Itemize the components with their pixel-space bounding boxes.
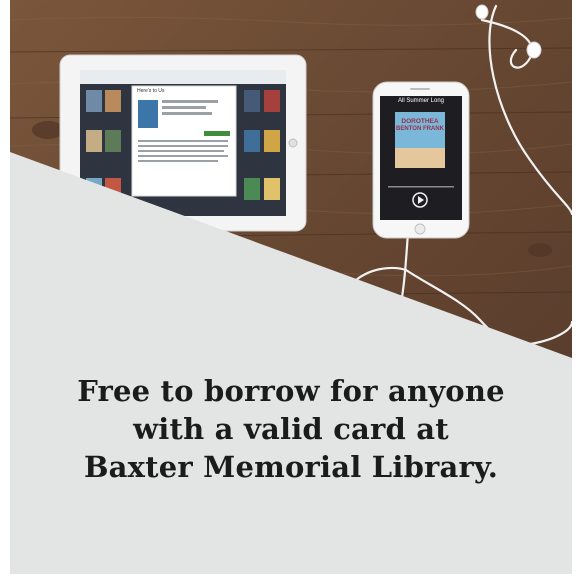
caption-line-1: Free to borrow for anyone — [77, 374, 505, 408]
caption-line-2: with a valid card at — [133, 412, 449, 446]
promo-caption: Free to borrow for anyone with a valid c… — [10, 372, 572, 486]
image-frame: All Summer Long DOROTHEA BENTON FRANK He… — [0, 0, 576, 582]
promo-image: All Summer Long DOROTHEA BENTON FRANK He… — [10, 0, 572, 574]
caption-line-3: Baxter Memorial Library. — [83, 450, 499, 484]
text-panel-background — [10, 152, 572, 574]
